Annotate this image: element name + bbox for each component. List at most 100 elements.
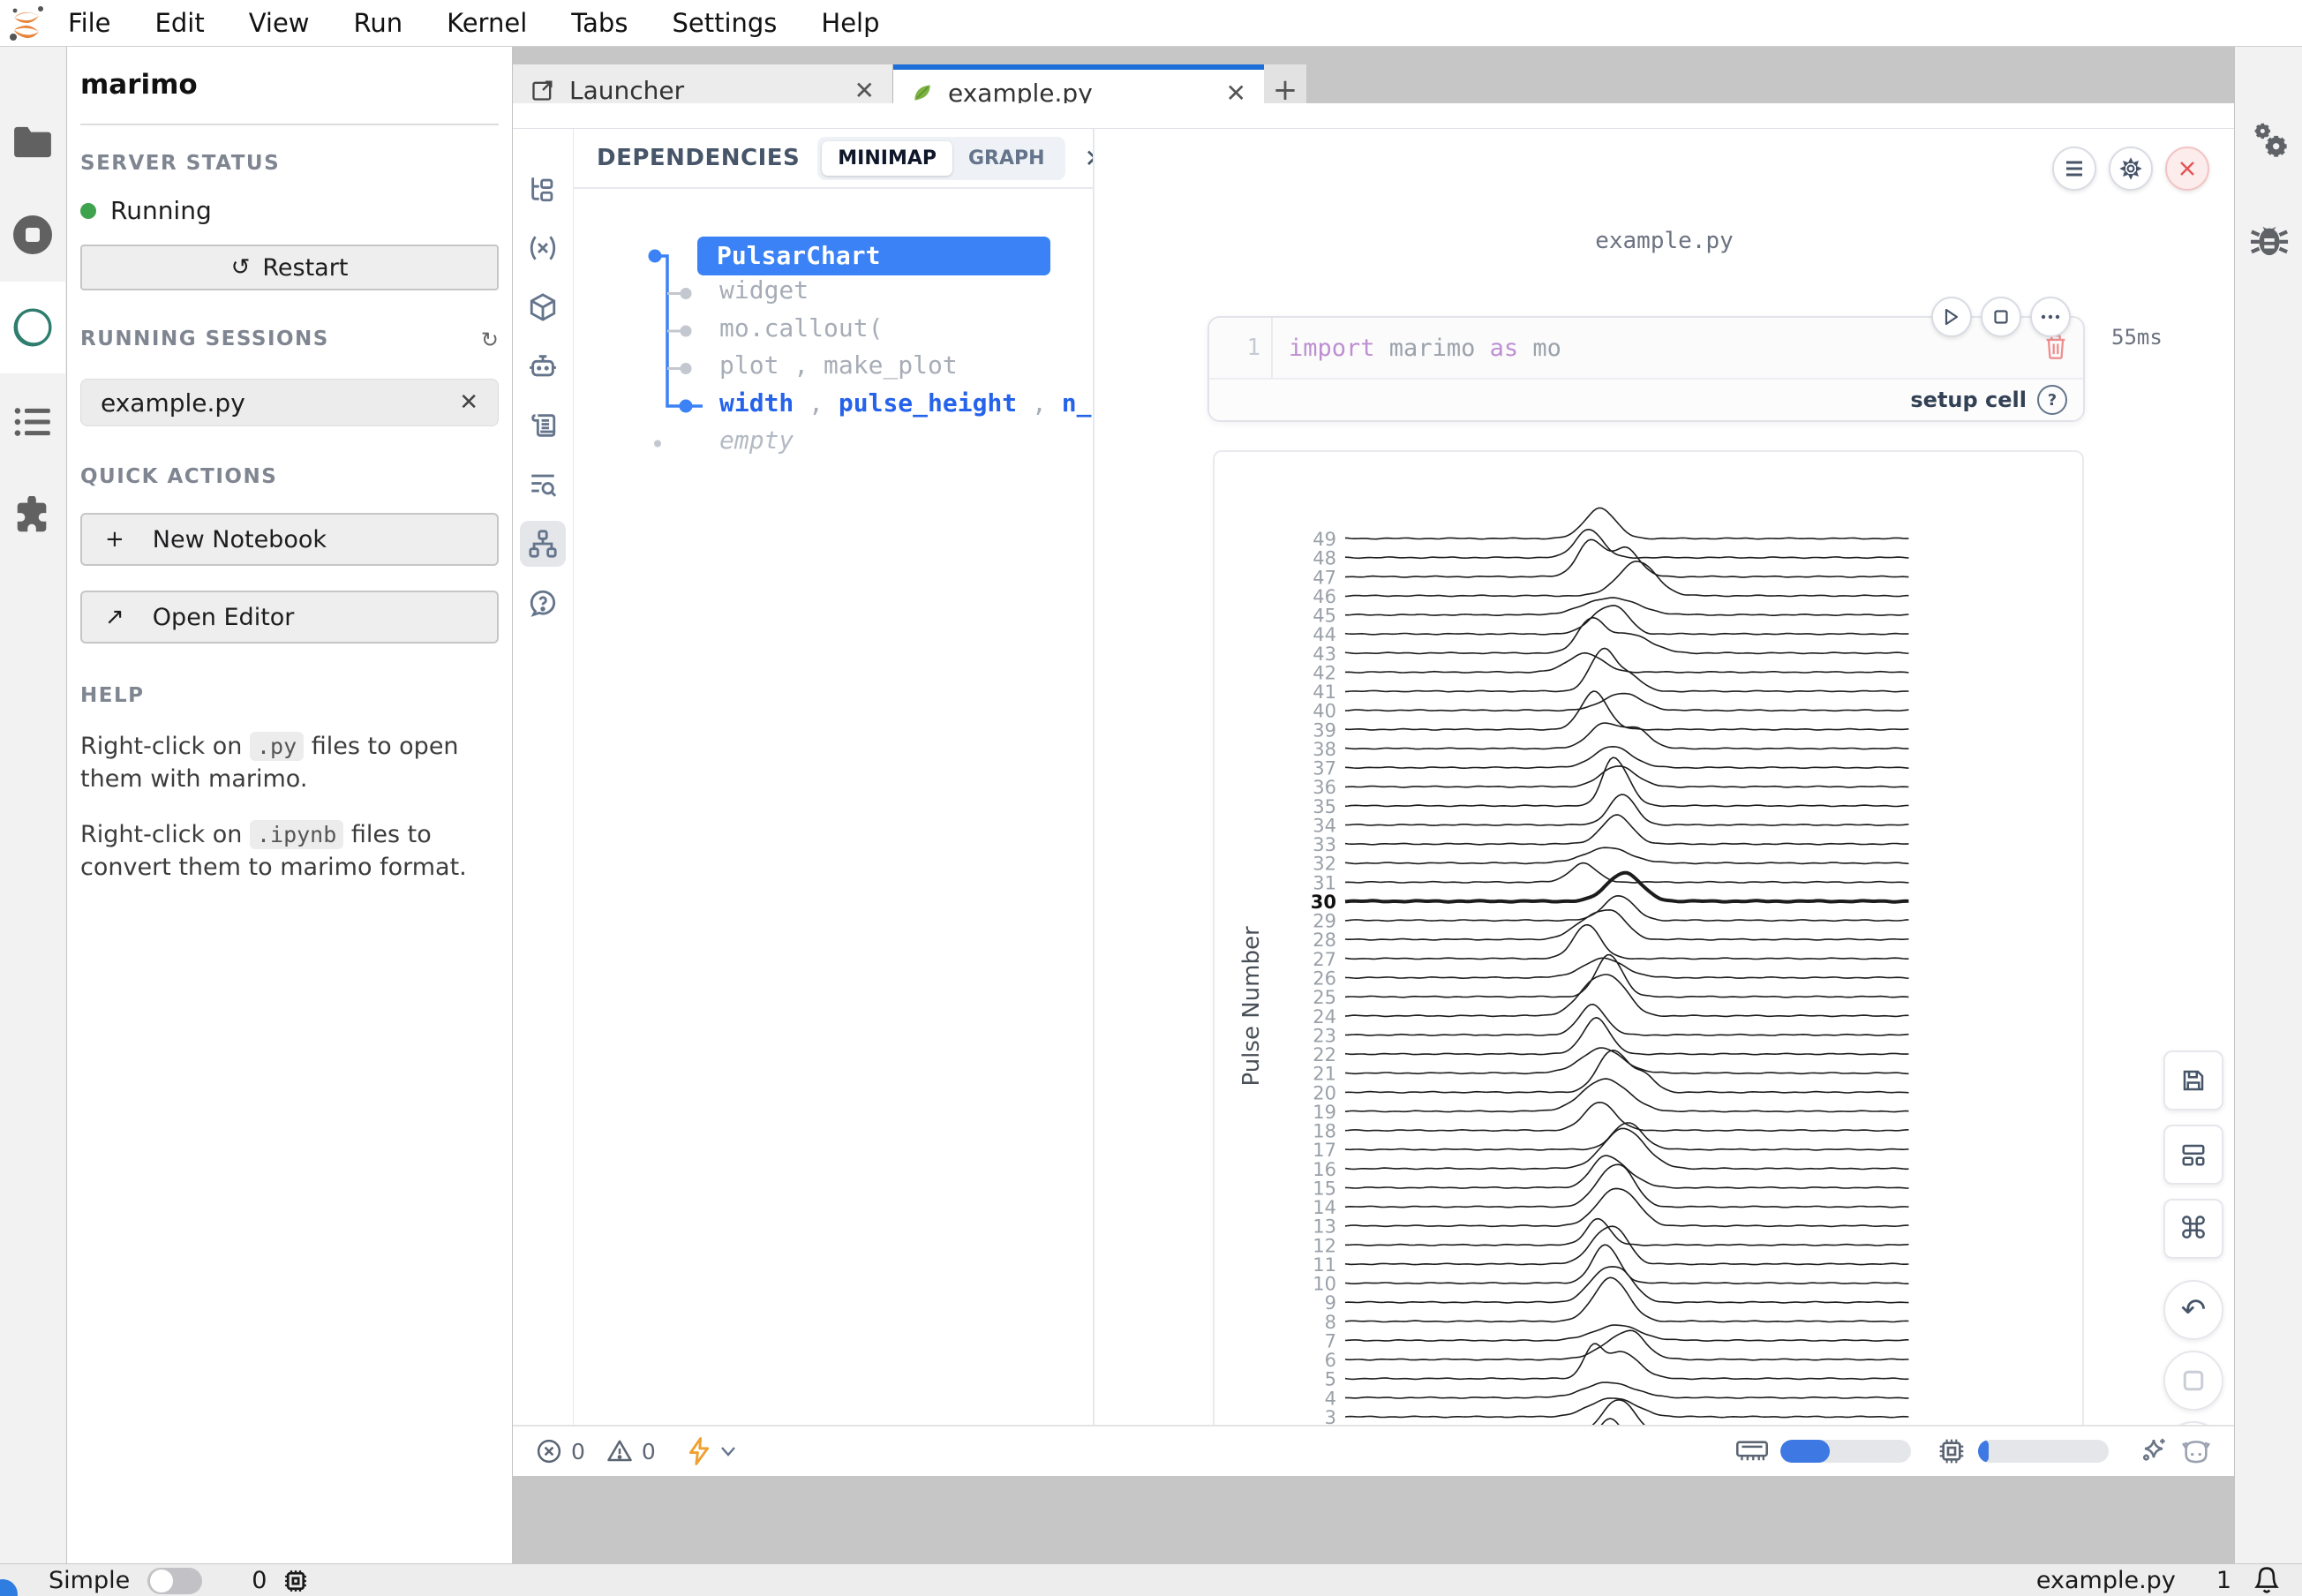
dependencies-icon[interactable] xyxy=(520,521,566,567)
file-tree-icon[interactable] xyxy=(520,166,566,212)
refresh-sessions-icon[interactable]: ↻ xyxy=(481,327,499,352)
notification-count: 1 xyxy=(2216,1567,2231,1594)
menu-item-help[interactable]: Help xyxy=(799,8,901,38)
help-icon[interactable] xyxy=(520,580,566,626)
pulse-curve xyxy=(1345,1344,1908,1379)
ai-sparkle-icon[interactable] xyxy=(2139,1436,2169,1466)
line-number: 1 xyxy=(1209,335,1271,361)
notebook-tool-strip xyxy=(513,129,574,1498)
close-tab-icon[interactable]: ✕ xyxy=(1226,79,1246,108)
pulse-curve xyxy=(1345,618,1908,654)
dependency-node[interactable]: width , pulse_height , n_poi xyxy=(719,388,1136,418)
window-status-bar: Simple 0 example.py 1 xyxy=(0,1563,2302,1596)
menu-item-run[interactable]: Run xyxy=(332,8,425,38)
autorun-lightning-icon[interactable] xyxy=(688,1437,711,1465)
dependency-node[interactable]: plot , make_plot xyxy=(719,350,958,380)
dependency-tree: PulsarChartwidget mo.callout( plot , make_… xyxy=(574,189,1093,542)
cpu-usage-bar xyxy=(1978,1440,2109,1463)
cpu-icon xyxy=(1937,1437,1966,1465)
activity-bar xyxy=(0,47,67,1563)
logs-icon[interactable] xyxy=(520,403,566,448)
chevron-down-icon[interactable] xyxy=(719,1445,737,1457)
tab-example-py[interactable]: example.py ✕ xyxy=(893,64,1264,116)
packages-icon[interactable] xyxy=(520,284,566,330)
stop-circle-icon xyxy=(11,214,54,256)
y-tick-label: 37 xyxy=(1313,758,1336,779)
bell-icon[interactable] xyxy=(2253,1566,2281,1596)
tab-launcher[interactable]: Launcher ✕ xyxy=(513,64,893,116)
sidebar-title: marimo xyxy=(80,69,499,101)
y-tick-label: 41 xyxy=(1313,681,1336,703)
pulse-curve xyxy=(1345,925,1908,960)
sidebar-item-files[interactable] xyxy=(0,96,65,188)
open-editor-button[interactable]: ↗ Open Editor xyxy=(80,591,499,644)
stop-cell-button[interactable] xyxy=(1981,297,2021,337)
y-tick-label: 21 xyxy=(1313,1064,1336,1085)
sidebar-item-running[interactable] xyxy=(0,189,65,281)
dependency-node[interactable]: empty xyxy=(719,425,794,455)
y-tick-label: 22 xyxy=(1313,1044,1336,1065)
code-cell[interactable]: 1 import marimo as mo setup cell ? xyxy=(1207,316,2085,422)
marimo-ring-icon xyxy=(11,305,55,350)
notebook-settings-button[interactable] xyxy=(2109,147,2153,191)
ai-bot-icon[interactable] xyxy=(520,343,566,389)
menu-item-kernel[interactable]: Kernel xyxy=(425,8,549,38)
list-icon xyxy=(13,406,52,438)
dependency-node[interactable]: mo.callout( xyxy=(719,313,883,343)
folder-icon xyxy=(12,125,53,159)
simple-mode-toggle[interactable] xyxy=(147,1568,202,1594)
y-tick-label: 10 xyxy=(1313,1274,1336,1295)
pulse-curve xyxy=(1345,598,1908,615)
variables-icon[interactable] xyxy=(520,225,566,271)
new-tab-button[interactable]: + xyxy=(1264,64,1306,116)
code-editor[interactable]: import marimo as mo xyxy=(1273,335,1561,362)
close-session-icon[interactable]: ✕ xyxy=(459,389,478,416)
errors-icon[interactable] xyxy=(536,1438,562,1464)
y-tick-label: 34 xyxy=(1313,815,1336,836)
minimap-tab[interactable]: MINIMAP xyxy=(822,141,952,176)
warnings-icon[interactable] xyxy=(606,1438,633,1464)
cell-more-button[interactable] xyxy=(2030,297,2071,337)
session-item[interactable]: example.py ✕ xyxy=(80,379,499,426)
server-status-heading: SERVER STATUS xyxy=(80,152,499,175)
delete-cell-icon[interactable] xyxy=(2044,334,2067,360)
puzzle-icon xyxy=(12,496,53,537)
menu-item-edit[interactable]: Edit xyxy=(133,8,227,38)
dependency-node[interactable]: widget xyxy=(719,275,809,305)
sidebar-item-toc[interactable] xyxy=(0,376,65,468)
property-inspector-icon[interactable] xyxy=(2247,119,2291,162)
kernels-chip-icon[interactable] xyxy=(282,1568,309,1594)
y-tick-label: 15 xyxy=(1313,1178,1336,1199)
pulse-curve xyxy=(1345,1398,1908,1418)
sidebar-item-marimo[interactable] xyxy=(0,282,65,373)
external-arrow-icon: ↗ xyxy=(105,604,124,630)
graph-tab[interactable]: GRAPH xyxy=(952,141,1061,176)
y-tick-label: 9 xyxy=(1325,1292,1336,1314)
view-toggle: MINIMAP GRAPH xyxy=(817,137,1064,180)
y-tick-label: 45 xyxy=(1313,606,1336,627)
y-tick-label: 6 xyxy=(1325,1350,1336,1371)
shutdown-button[interactable] xyxy=(2165,147,2209,191)
snippets-search-icon[interactable] xyxy=(520,462,566,508)
run-cell-button[interactable] xyxy=(1931,297,1972,337)
sidebar-item-extensions[interactable] xyxy=(0,471,65,562)
menu-item-view[interactable]: View xyxy=(227,8,332,38)
notebook-menu-button[interactable] xyxy=(2052,147,2096,191)
pulse-curve xyxy=(1345,847,1908,863)
pulse-curve xyxy=(1345,766,1908,787)
dependency-node[interactable]: PulsarChart xyxy=(717,237,880,275)
menu-item-settings[interactable]: Settings xyxy=(650,8,799,38)
debugger-bug-icon[interactable] xyxy=(2249,220,2290,259)
menu-item-file[interactable]: File xyxy=(46,8,133,38)
undo-icon: ↶ xyxy=(2181,1292,2207,1328)
restart-button[interactable]: ↺ Restart xyxy=(80,245,499,290)
right-sidebar-strip xyxy=(2234,47,2302,1563)
y-tick-label: 16 xyxy=(1313,1159,1336,1180)
close-tab-icon[interactable]: ✕ xyxy=(854,76,875,105)
y-tick-label: 46 xyxy=(1313,586,1336,607)
setup-help-icon[interactable]: ? xyxy=(2037,385,2067,415)
new-notebook-button[interactable]: + New Notebook xyxy=(80,513,499,566)
pulse-curve xyxy=(1345,1123,1908,1150)
copilot-cat-icon[interactable] xyxy=(2181,1438,2211,1464)
menu-item-tabs[interactable]: Tabs xyxy=(549,8,650,38)
